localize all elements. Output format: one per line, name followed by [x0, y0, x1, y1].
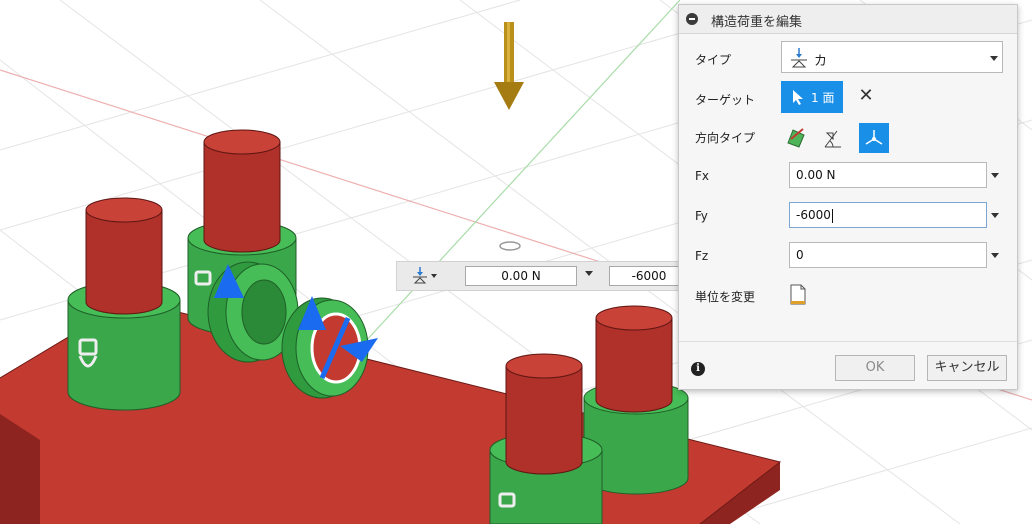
fy-input-text: -6000 [796, 208, 831, 222]
fx-input[interactable]: 0.00 N [789, 162, 987, 188]
collapse-icon[interactable] [686, 13, 698, 25]
direction-normal-button[interactable] [781, 123, 811, 153]
fy-dropdown-icon[interactable] [991, 213, 999, 218]
right-front-post [489, 353, 603, 524]
chevron-down-icon[interactable] [585, 271, 593, 276]
target-count: 1 面 [811, 91, 835, 105]
change-units-icon[interactable] [789, 284, 807, 306]
normal-direction-icon [787, 128, 805, 148]
direction-vector-button[interactable] [859, 123, 889, 153]
canvas-value-input-2[interactable]: -6000 [609, 266, 689, 286]
force-type-icon[interactable] [411, 266, 439, 286]
dialog-footer: i OK キャンセル [679, 341, 1017, 390]
cancel-button[interactable]: キャンセル [927, 355, 1007, 381]
ok-button[interactable]: OK [835, 355, 915, 381]
cursor-arrow-icon [793, 90, 803, 105]
canvas-value-input-1[interactable]: 0.00 N [465, 266, 577, 286]
xyz-vector-icon [865, 130, 883, 145]
load-arrow-icon [494, 22, 524, 110]
direction-type-label: 方向タイプ [695, 131, 756, 145]
left-post [67, 197, 181, 411]
fz-label: Fz [695, 249, 709, 263]
clear-selection-icon[interactable]: ✕ [857, 87, 875, 105]
chevron-down-icon [990, 56, 998, 61]
canvas-value-toolbar: 0.00 N -6000 [396, 261, 689, 291]
fy-label: Fy [695, 209, 708, 223]
type-label: タイプ [695, 53, 732, 67]
type-value: カ [814, 54, 828, 69]
fx-dropdown-icon[interactable] [991, 173, 999, 178]
info-icon[interactable]: i [691, 362, 705, 376]
type-select[interactable]: カ [781, 41, 1003, 73]
fx-label: Fx [695, 169, 710, 183]
origin-marker [499, 241, 521, 251]
fz-dropdown-icon[interactable] [991, 253, 999, 258]
target-select-button[interactable]: 1 面 [781, 81, 843, 113]
dialog-header: 構造荷重を編集 [679, 5, 1017, 34]
fy-input[interactable]: -6000 [789, 202, 987, 228]
angle-direction-icon [824, 130, 841, 148]
edit-structural-load-dialog: 構造荷重を編集 タイプ カ ターゲット 1 面 ✕ 方向タイプ Fx 0.00 … [678, 4, 1018, 390]
force-icon [791, 48, 807, 68]
dialog-title: 構造荷重を編集 [711, 15, 803, 30]
text-cursor [831, 208, 833, 223]
direction-angle-button[interactable] [819, 123, 849, 153]
change-units-label: 単位を変更 [695, 290, 756, 304]
fz-input[interactable]: 0 [789, 242, 987, 268]
target-label: ターゲット [695, 93, 756, 107]
